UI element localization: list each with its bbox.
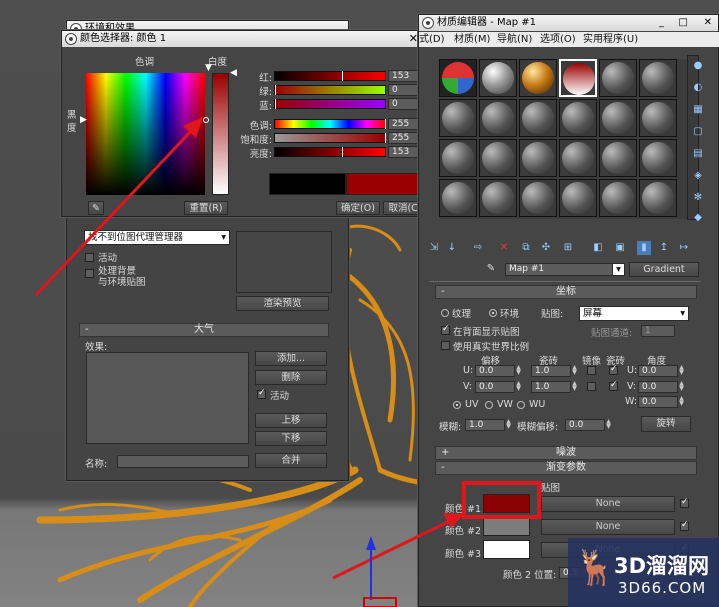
- arrow-line-to-swatch: [332, 518, 453, 580]
- arrow-head-icon: [443, 513, 464, 528]
- arrow-line-to-color-field: [34, 126, 196, 297]
- deer-logo-icon: 🦌: [574, 548, 617, 588]
- watermark: 🦌 3D溜溜网 3D66.COM: [568, 538, 719, 607]
- gizmo-arrow-icon: [366, 536, 376, 550]
- highlight-box: [462, 481, 541, 519]
- watermark-title: 3D溜溜网: [614, 554, 710, 578]
- watermark-url: 3D66.COM: [618, 579, 707, 597]
- gizmo-box: [363, 597, 397, 607]
- annotation-overlay: [34, 117, 541, 607]
